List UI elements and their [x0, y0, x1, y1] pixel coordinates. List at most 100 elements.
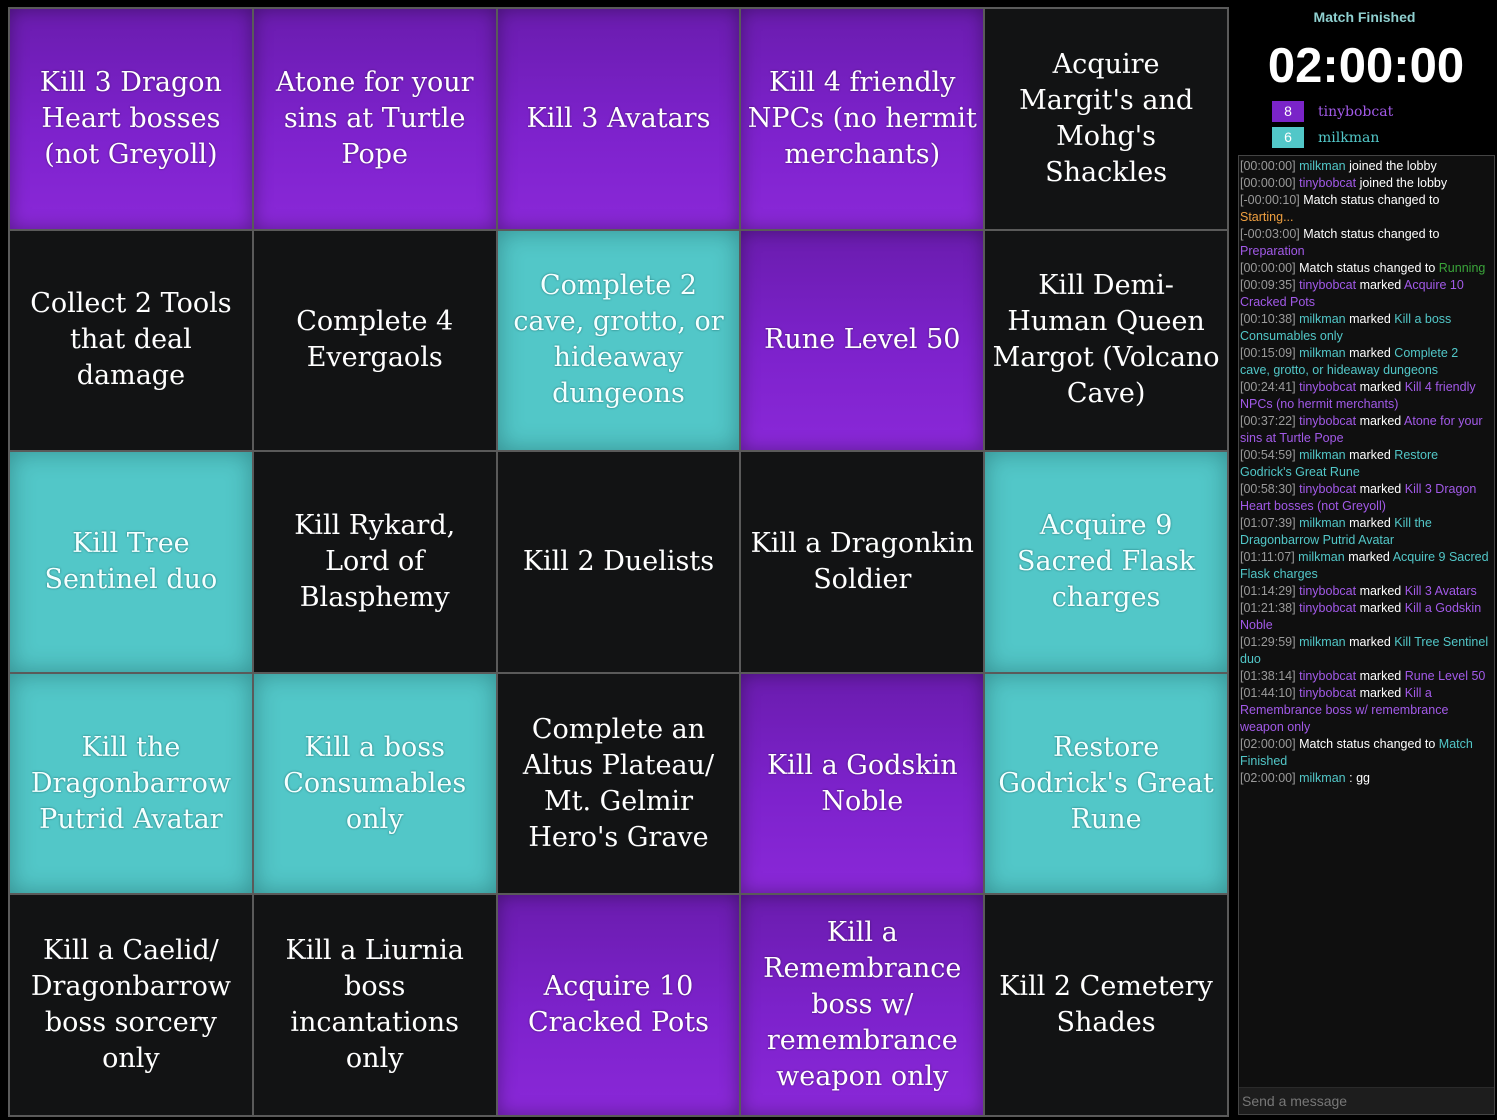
chat-username: milkman — [1299, 346, 1346, 360]
board-cell[interactable]: Kill Rykard, Lord of Blasphemy — [253, 452, 496, 672]
board-cell[interactable]: Atone for your sins at Turtle Pope — [253, 9, 496, 229]
board-cell[interactable]: Kill a Dragonkin Soldier — [741, 452, 984, 672]
board-cell-label: Kill a Dragonkin Soldier — [750, 527, 974, 595]
chat-panel: [00:00:00] milkman joined the lobby [00:0… — [1238, 155, 1495, 1115]
chat-entry: [02:00:00] Match status changed to Match… — [1240, 736, 1491, 770]
chat-timestamp: [01:07:39] — [1240, 516, 1296, 530]
chat-username: tinybobcat — [1299, 584, 1357, 598]
chat-text: Match status changed to — [1303, 227, 1440, 241]
chat-username: milkman — [1299, 312, 1346, 326]
chat-timestamp: [-00:03:00] — [1240, 227, 1300, 241]
board-cell[interactable]: Kill 4 friendly NPCs (no hermit merchant… — [741, 9, 984, 229]
board-cell[interactable]: Complete an Altus Plateau/ Mt. Gelmir He… — [497, 673, 740, 894]
board-cell-label: Kill a Liurnia boss incantations only — [285, 935, 464, 1075]
chat-entry: [01:44:10] tinybobcat marked Kill a Reme… — [1240, 685, 1491, 736]
chat-entry: [01:07:39] milkman marked Kill the Drago… — [1240, 515, 1491, 549]
chat-username: tinybobcat — [1299, 414, 1357, 428]
chat-text: Match status changed to — [1299, 261, 1436, 275]
board-cell[interactable]: Kill 3 Avatars — [497, 9, 740, 229]
sidebar: Match Finished 02:00:00 8 tinybobcat 6 m… — [1232, 0, 1497, 1120]
board-cell-label: Kill Rykard, Lord of Blasphemy — [294, 509, 456, 613]
chat-timestamp: [01:29:59] — [1240, 635, 1296, 649]
team-name: tinybobcat — [1318, 103, 1394, 120]
chat-marked-goal: Rune Level 50 — [1404, 669, 1486, 683]
board-cell[interactable]: Kill a Godskin Noble — [741, 673, 984, 894]
chat-text: marked — [1359, 669, 1402, 683]
board-cell-label: Kill 3 Avatars — [526, 102, 711, 134]
chat-entry: [00:09:35] tinybobcat marked Acquire 10 … — [1240, 277, 1491, 311]
chat-text: Match status changed to — [1303, 193, 1440, 207]
board-cell[interactable]: Complete 4 Evergaols — [253, 230, 496, 451]
board-cell-label: Atone for your sins at Turtle Pope — [275, 66, 474, 170]
chat-text: : gg — [1349, 771, 1370, 785]
board-cell-label: Kill a Godskin Noble — [766, 749, 958, 817]
board-cell[interactable]: Acquire Margit's and Mohg's Shackles — [985, 9, 1227, 229]
board-cell[interactable]: Kill the Dragonbarrow Putrid Avatar — [10, 673, 252, 894]
chat-text: joined the lobby — [1349, 159, 1437, 173]
bingo-board: Kill 3 Dragon Heart bosses (not Greyoll)… — [8, 7, 1229, 1117]
chat-marked-goal: Kill 3 Avatars — [1404, 584, 1477, 598]
chat-text: marked — [1359, 380, 1402, 394]
board-cell-label: Kill 2 Cemetery Shades — [999, 971, 1213, 1039]
chat-timestamp: [00:10:38] — [1240, 312, 1296, 326]
board-cell[interactable]: Kill a Caelid/ Dragonbarrow boss sorcery… — [10, 895, 252, 1115]
board-cell-label: Kill 3 Dragon Heart bosses (not Greyoll) — [39, 66, 222, 170]
board-cell[interactable]: Kill 3 Dragon Heart bosses (not Greyoll) — [10, 9, 252, 229]
chat-username: milkman — [1299, 771, 1346, 785]
board-cell-label: Restore Godrick's Great Rune — [998, 731, 1214, 835]
match-status: Match Finished — [1313, 9, 1416, 25]
board-cell[interactable]: Restore Godrick's Great Rune — [985, 673, 1227, 894]
chat-username: tinybobcat — [1299, 601, 1357, 615]
team-row-tinybobcat: 8 tinybobcat — [1272, 101, 1393, 122]
chat-entry: [00:54:59] milkman marked Restore Godric… — [1240, 447, 1491, 481]
chat-text: joined the lobby — [1359, 176, 1448, 190]
chat-username: tinybobcat — [1299, 380, 1357, 394]
chat-text: marked — [1349, 516, 1391, 530]
board-cell[interactable]: Complete 2 cave, grotto, or hideaway dun… — [497, 230, 740, 451]
board-cell[interactable]: Kill a Liurnia boss incantations only — [253, 895, 496, 1115]
board-cell[interactable]: Kill a boss Consumables only — [253, 673, 496, 894]
chat-timestamp: [00:15:09] — [1240, 346, 1296, 360]
team-score: 8 — [1272, 101, 1304, 122]
board-cell[interactable]: Kill Demi-Human Queen Margot (Volcano Ca… — [985, 230, 1227, 451]
chat-text: Match status changed to — [1299, 737, 1436, 751]
chat-entry: [01:38:14] tinybobcat marked Rune Level … — [1240, 668, 1491, 685]
chat-timestamp: [00:24:41] — [1240, 380, 1296, 394]
chat-timestamp: [00:00:00] — [1240, 159, 1296, 173]
board-cell[interactable]: Kill Tree Sentinel duo — [10, 452, 252, 672]
chat-username: tinybobcat — [1299, 176, 1357, 190]
chat-entry: [00:10:38] milkman marked Kill a boss Co… — [1240, 311, 1491, 345]
chat-entry: [01:29:59] milkman marked Kill Tree Sent… — [1240, 634, 1491, 668]
chat-timestamp: [-00:00:10] — [1240, 193, 1300, 207]
board-cell[interactable]: Acquire 9 Sacred Flask charges — [985, 452, 1227, 672]
board-cell-label: Complete 4 Evergaols — [296, 306, 454, 374]
team-score: 6 — [1272, 127, 1304, 148]
chat-timestamp: [01:21:38] — [1240, 601, 1296, 615]
chat-text: marked — [1349, 312, 1391, 326]
chat-timestamp: [00:00:00] — [1240, 261, 1296, 275]
chat-message-input[interactable] — [1239, 1087, 1494, 1114]
board-cell[interactable]: Kill 2 Duelists — [497, 452, 740, 672]
team-name: milkman — [1318, 129, 1380, 146]
board-cell-label: Kill a Remembrance boss w/ remembrance w… — [763, 917, 962, 1093]
chat-entry: [-00:00:10] Match status changed to Star… — [1240, 192, 1491, 226]
chat-text: marked — [1348, 550, 1390, 564]
board-cell[interactable]: Kill 2 Cemetery Shades — [985, 895, 1227, 1115]
chat-timestamp: [00:00:00] — [1240, 176, 1296, 190]
chat-text: marked — [1359, 584, 1402, 598]
team-row-milkman: 6 milkman — [1272, 127, 1379, 148]
chat-timestamp: [01:14:29] — [1240, 584, 1296, 598]
chat-username: tinybobcat — [1299, 686, 1357, 700]
board-cell[interactable]: Kill a Remembrance boss w/ remembrance w… — [741, 895, 984, 1115]
chat-entry: [02:00:00] milkman : gg — [1240, 770, 1491, 787]
board-cell[interactable]: Rune Level 50 — [741, 230, 984, 451]
chat-entry: [00:00:00] tinybobcat joined the lobby — [1240, 175, 1491, 192]
board-cell[interactable]: Collect 2 Tools that deal damage — [10, 230, 252, 451]
chat-log[interactable]: [00:00:00] milkman joined the lobby [00:0… — [1240, 158, 1491, 1084]
chat-timestamp: [01:38:14] — [1240, 669, 1296, 683]
chat-timestamp: [02:00:00] — [1240, 771, 1296, 785]
chat-username: tinybobcat — [1299, 278, 1357, 292]
board-cell-label: Kill 4 friendly NPCs (no hermit merchant… — [747, 66, 977, 170]
board-cell[interactable]: Acquire 10 Cracked Pots — [497, 895, 740, 1115]
chat-entry: [01:14:29] tinybobcat marked Kill 3 Avat… — [1240, 583, 1491, 600]
